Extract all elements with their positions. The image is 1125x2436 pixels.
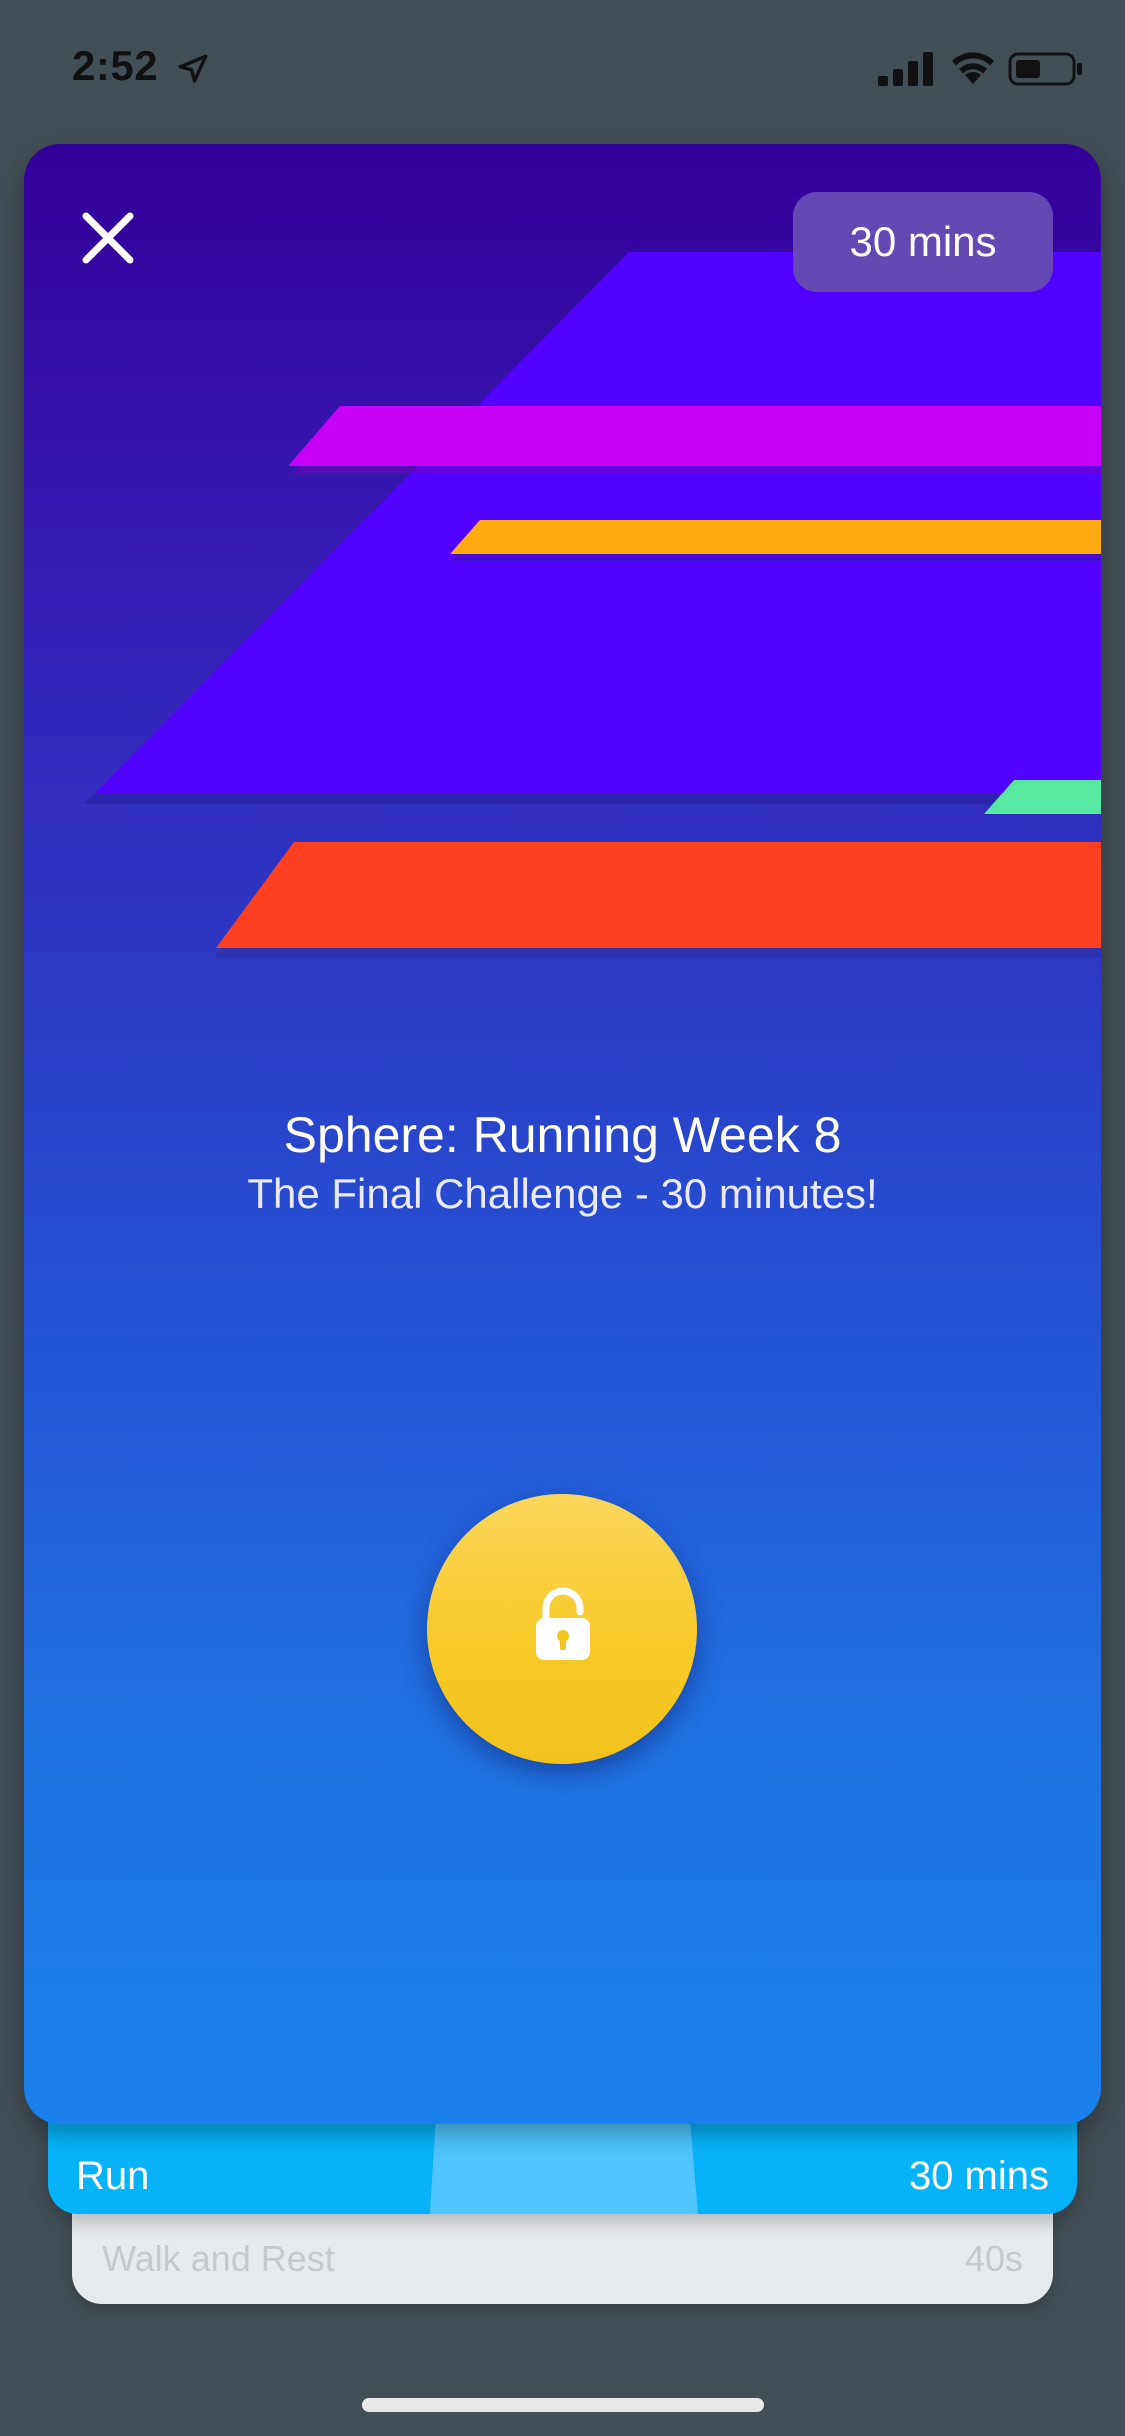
header-illustration <box>84 252 1101 958</box>
segment-label: Run <box>76 2154 150 2198</box>
cellular-signal-icon <box>878 52 933 86</box>
close-button[interactable] <box>76 206 140 270</box>
plan-subtitle: The Final Challenge - 30 minutes! <box>247 1170 878 1217</box>
art-magenta-stripe <box>288 406 1101 466</box>
segment-duration: 30 mins <box>908 2154 1049 2198</box>
status-bar: 2:52 <box>0 0 1125 140</box>
close-icon <box>82 212 134 264</box>
workout-card: 30 mins Sphere: Running Week 8 The Final… <box>24 144 1101 2124</box>
workout-screen: 2:52 Walk and Rest 40s Run 30 mins 30 mi… <box>0 0 1125 2436</box>
segment-duration: 40s <box>964 2238 1023 2279</box>
plan-info: Sphere: Running Week 8 The Final Challen… <box>24 1104 1101 1222</box>
unlock-button[interactable] <box>427 1494 697 1764</box>
art-orange-stripe <box>450 520 1101 554</box>
home-indicator[interactable] <box>362 2398 764 2412</box>
unlock-icon <box>536 1587 590 1660</box>
location-arrow-icon <box>178 54 208 83</box>
plan-title: Sphere: Running Week 8 <box>283 1107 842 1163</box>
segment-label: Walk and Rest <box>102 2238 335 2279</box>
battery-icon <box>1008 52 1082 86</box>
status-time: 2:52 <box>72 42 159 89</box>
duration-badge: 30 mins <box>793 192 1053 292</box>
art-red-stripe <box>216 842 1101 948</box>
wifi-icon <box>952 52 994 84</box>
